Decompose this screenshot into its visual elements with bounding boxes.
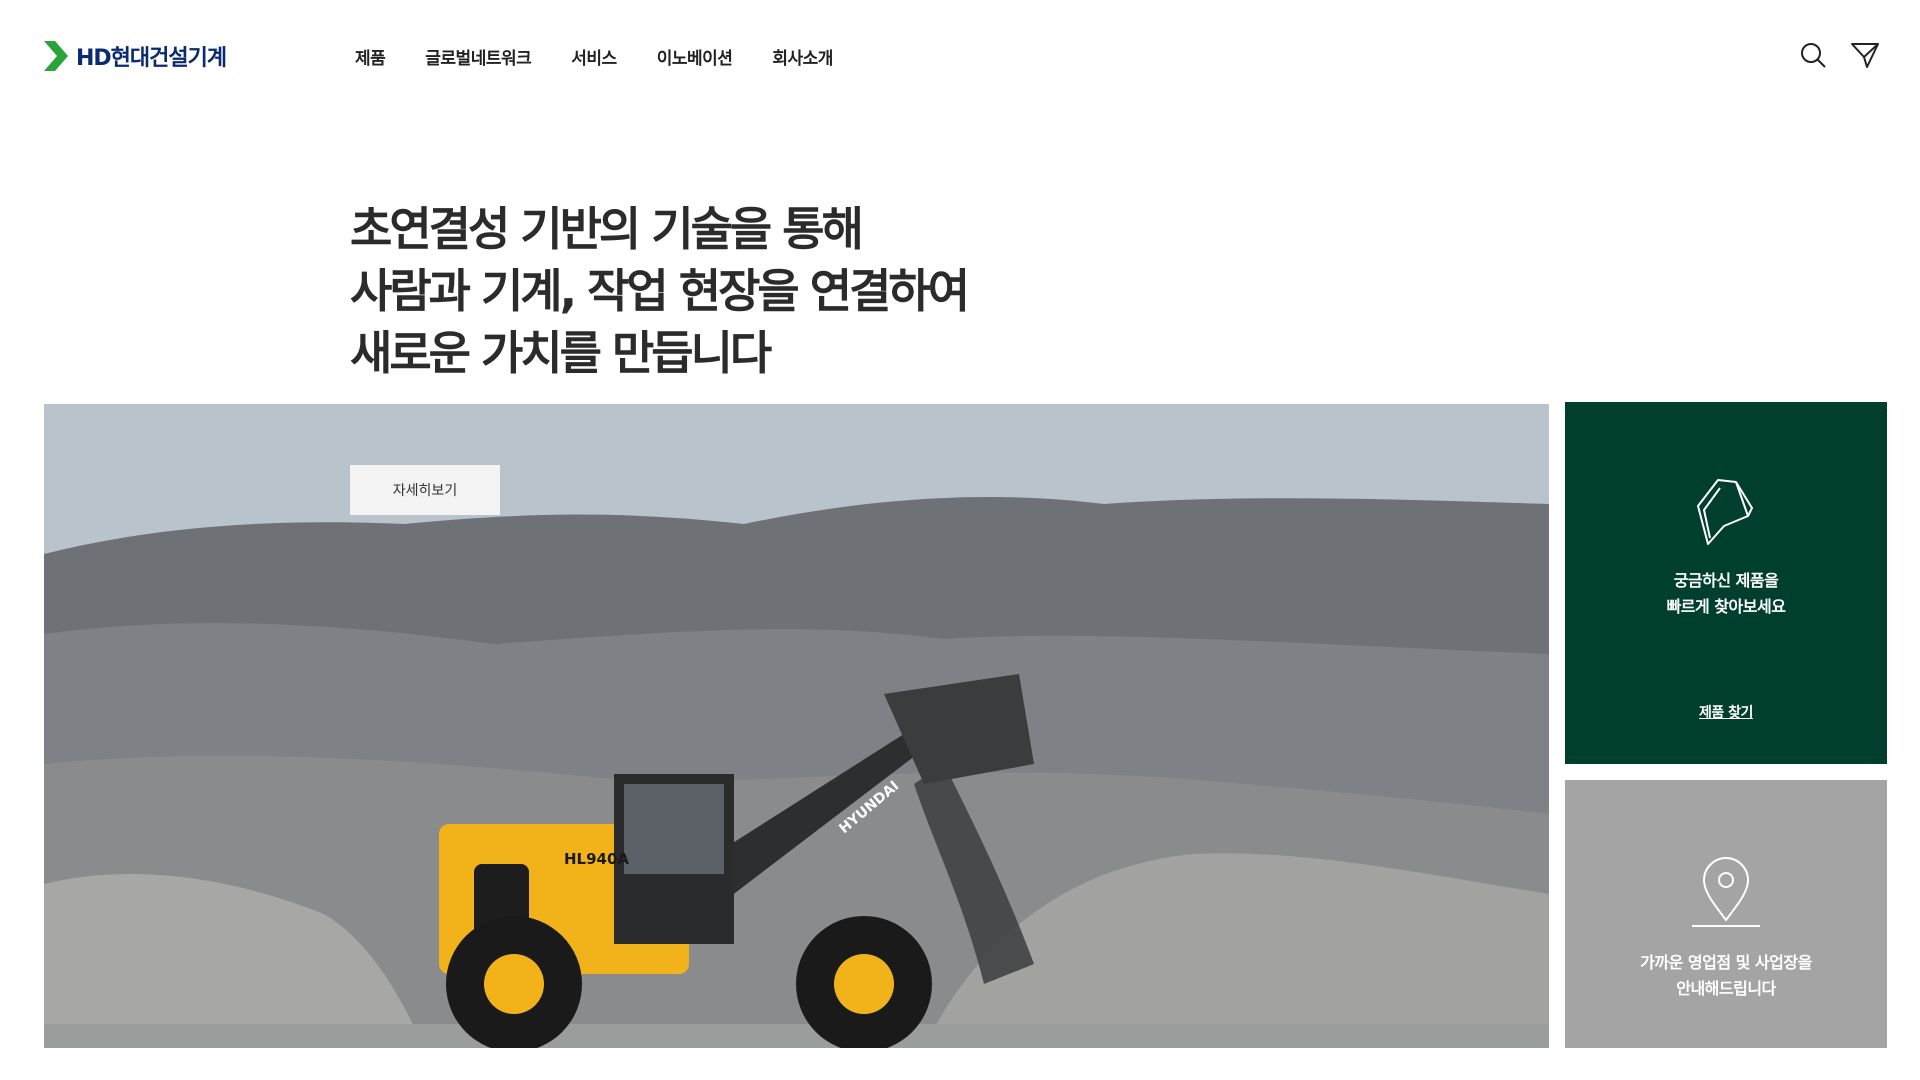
find-product-text: 궁금하신 제품을 빠르게 찾아보세요 [1667,568,1786,620]
headline-line-1: 초연결성 기반의 기술을 통해 [350,202,864,256]
location-text: 가까운 영업점 및 사업장을 안내해드립니다 [1640,950,1812,1002]
nav-item-innovation[interactable]: 이노베이션 [657,44,733,69]
nav-item-products[interactable]: 제품 [355,44,386,69]
utility-icons [1798,40,1880,70]
logo[interactable]: HD현대건설기계 [44,40,227,72]
site-header: HD현대건설기계 제품 글로벌네트워크 서비스 이노베이션 회사소개 [0,0,1920,112]
main-nav: 제품 글로벌네트워크 서비스 이노베이션 회사소개 [355,44,833,69]
nav-item-service[interactable]: 서비스 [571,44,617,69]
find-product-text-line-1: 궁금하신 제품을 [1673,571,1779,590]
headline-line-2: 사람과 기계, 작업 현장을 연결하여 [350,264,970,318]
find-product-text-line-2: 빠르게 찾아보세요 [1666,597,1786,616]
location-text-line-2: 안내해드립니다 [1676,979,1776,998]
hero-image: HL940A HYUNDAI 자세히보기 [44,404,1549,1048]
find-product-link[interactable]: 제품 찾기 [1699,702,1753,722]
nav-item-global-network[interactable]: 글로벌네트워크 [425,44,531,69]
logo-chevron-icon [44,41,68,71]
logo-text: HD현대건설기계 [76,46,227,71]
location-card[interactable]: 가까운 영업점 및 사업장을 안내해드립니다 [1565,780,1887,1048]
bucket-icon [1697,479,1754,545]
more-button[interactable]: 자세히보기 [350,465,500,515]
headline-line-3: 새로운 가치를 만듭니다 [350,326,772,380]
hero-headline: 초연결성 기반의 기술을 통해 사람과 기계, 작업 현장을 연결하여 새로운 … [350,198,970,384]
search-icon[interactable] [1798,40,1828,70]
send-icon[interactable] [1850,40,1880,70]
map-pin-icon [1692,856,1760,927]
nav-item-company[interactable]: 회사소개 [772,44,833,69]
location-text-line-1: 가까운 영업점 및 사업장을 [1640,953,1812,972]
machine-model-label: HL940A [564,850,629,868]
quarry-scene: HL940A HYUNDAI [44,404,1549,1048]
find-product-card[interactable]: 궁금하신 제품을 빠르게 찾아보세요 제품 찾기 [1565,402,1887,764]
